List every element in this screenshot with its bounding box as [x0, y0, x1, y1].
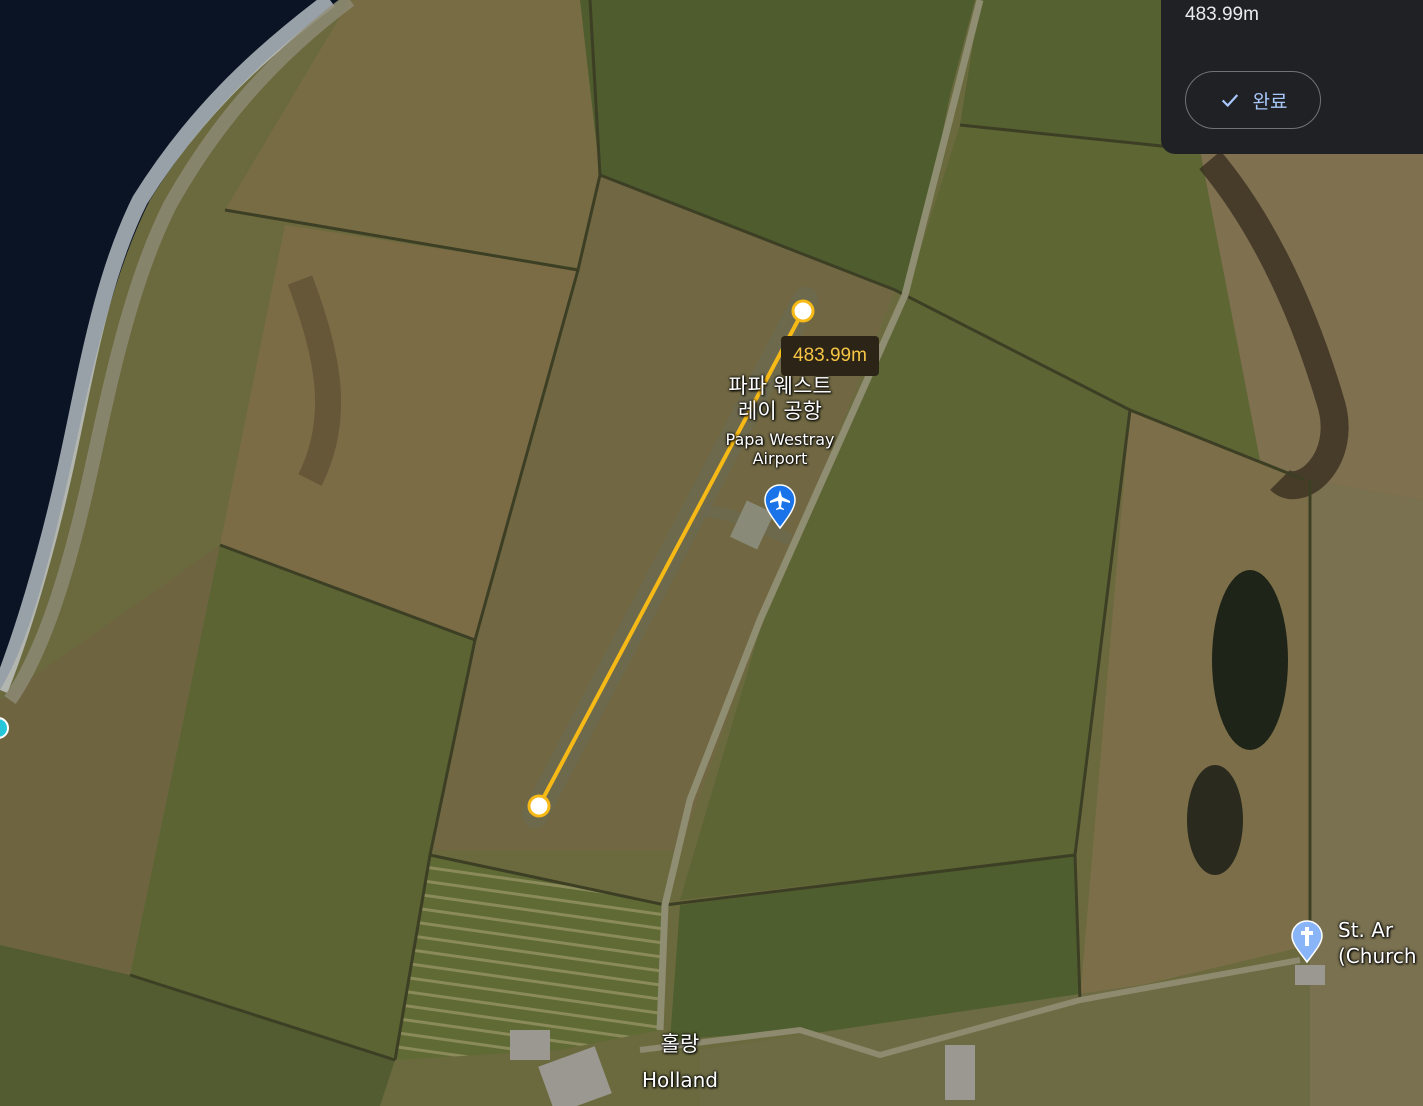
airport-name-english[interactable]: Papa Westray Airport: [712, 430, 848, 468]
measure-endpoint-end[interactable]: [527, 794, 551, 818]
done-label: 완료: [1252, 90, 1288, 113]
total-distance: 483.99m: [1185, 4, 1259, 25]
pond: [1187, 765, 1243, 875]
measure-endpoint-start[interactable]: [791, 299, 815, 323]
church-label-suffix[interactable]: (Church: [1338, 944, 1417, 968]
field: [1310, 480, 1423, 1106]
village-name-english: Holland: [641, 1068, 718, 1092]
airport-name-korean[interactable]: 파파 웨스트 레이 공항: [705, 374, 855, 424]
distance-tooltip: 483.99m: [781, 336, 879, 376]
village-name-korean: 홀랑: [660, 1032, 700, 1056]
satellite-map[interactable]: [0, 0, 1423, 1106]
pond: [1212, 570, 1288, 750]
check-icon: [1219, 89, 1241, 111]
church-label[interactable]: St. Ar: [1338, 918, 1393, 942]
measure-panel: 483.99m 완료: [1161, 0, 1423, 154]
done-button[interactable]: 완료: [1185, 71, 1321, 129]
